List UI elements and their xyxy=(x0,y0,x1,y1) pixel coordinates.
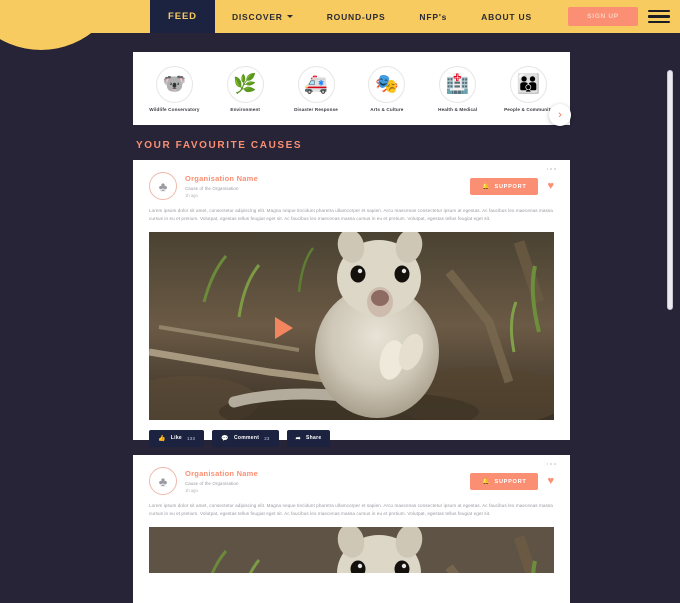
post-media[interactable] xyxy=(149,231,554,420)
page-content: 🐨 Wildlife Conservatory 🌿 Environment 🚑 … xyxy=(0,33,680,603)
org-cause: Cause of the Organisation xyxy=(185,480,239,486)
koala-icon: 🐨 xyxy=(155,65,193,103)
wildlife-photo xyxy=(149,526,554,573)
comment-icon: 💬 xyxy=(221,435,230,442)
post-body-text: Lorem ipsum dolor sit amet, consectetur … xyxy=(149,503,553,517)
favourite-heart-icon[interactable]: ♥ xyxy=(547,476,554,487)
category-disaster-response[interactable]: 🚑 Disaster Response xyxy=(283,65,349,112)
share-button[interactable]: ➦ Share xyxy=(286,429,331,447)
avatar[interactable]: ♣ xyxy=(149,467,177,495)
nav-item-nfps[interactable]: NFP's xyxy=(402,12,464,22)
card-header-actions: 🔔 SUPPORT ♥ xyxy=(470,467,554,490)
bell-icon: 🔔 xyxy=(482,184,491,190)
nav-item-discover[interactable]: DISCOVER xyxy=(215,12,310,22)
page-scrollbar[interactable] xyxy=(667,70,673,310)
page-title: YOUR FAVOURITE CAUSES xyxy=(136,140,303,151)
category-label: Health & Medical xyxy=(438,106,478,112)
play-button-icon[interactable] xyxy=(274,316,293,339)
wildlife-photo xyxy=(149,231,554,420)
org-block: Organisation Name Cause of the Organisat… xyxy=(185,467,258,493)
like-button[interactable]: 👍 Like 133 xyxy=(149,429,205,447)
nav-item-round-ups-label: ROUND-UPS xyxy=(326,11,386,22)
feed-card: ♣ Organisation Name Cause of the Organis… xyxy=(133,455,570,603)
feed-card: ♣ Organisation Name Cause of the Organis… xyxy=(133,160,570,447)
theater-masks-icon: 🎭 xyxy=(368,65,406,103)
share-label: Share xyxy=(306,435,322,442)
post-actions: 👍 Like 133 💬 Comment 23 ➦ Share xyxy=(133,420,570,459)
card-header-actions: 🔔 SUPPORT ♥ xyxy=(470,172,554,195)
support-button-label: SUPPORT xyxy=(494,183,527,190)
top-navbar: FEED DISCOVER ROUND-UPS NFP's ABOUT US S… xyxy=(0,0,680,33)
nav-item-about-us-label: ABOUT US xyxy=(481,11,532,22)
avatar[interactable]: ♣ xyxy=(149,172,177,200)
category-label: Environment xyxy=(230,106,261,112)
org-name[interactable]: Organisation Name xyxy=(185,174,258,183)
post-timestamp: 1h ago xyxy=(185,487,198,493)
org-block: Organisation Name Cause of the Organisat… xyxy=(185,172,258,198)
tab-feed-label: FEED xyxy=(168,11,197,22)
hospital-icon: 🏥 xyxy=(439,65,477,103)
post-media[interactable] xyxy=(149,526,554,573)
nav-item-about-us[interactable]: ABOUT US xyxy=(464,12,549,22)
comment-button[interactable]: 💬 Comment 23 xyxy=(212,429,279,447)
like-label: Like xyxy=(170,435,182,442)
family-icon: 👪 xyxy=(510,65,548,103)
more-options-icon[interactable] xyxy=(546,463,556,465)
category-label: People & Community xyxy=(504,106,553,112)
category-wildlife-conservatory[interactable]: 🐨 Wildlife Conservatory xyxy=(141,65,207,112)
tab-feed[interactable]: FEED xyxy=(150,0,215,33)
card-header: ♣ Organisation Name Cause of the Organis… xyxy=(133,160,570,200)
comment-label: Comment xyxy=(234,435,260,442)
category-environment[interactable]: 🌿 Environment xyxy=(212,65,278,112)
category-label: Disaster Response xyxy=(294,106,339,112)
category-carousel: 🐨 Wildlife Conservatory 🌿 Environment 🚑 … xyxy=(133,52,570,125)
card-header: ♣ Organisation Name Cause of the Organis… xyxy=(133,455,570,495)
category-label: Wildlife Conservatory xyxy=(149,106,200,112)
ambulance-icon: 🚑 xyxy=(297,65,335,103)
leaf-icon: 🌿 xyxy=(226,65,264,103)
like-count: 133 xyxy=(187,435,196,441)
favourite-heart-icon[interactable]: ♥ xyxy=(547,181,554,192)
comment-count: 23 xyxy=(264,435,270,441)
carousel-next-button[interactable]: › xyxy=(549,104,571,126)
nav-item-nfps-label: NFP's xyxy=(419,11,448,22)
nav-item-round-ups[interactable]: ROUND-UPS xyxy=(310,12,403,22)
category-health-medical[interactable]: 🏥 Health & Medical xyxy=(425,65,491,112)
nav-item-discover-label: DISCOVER xyxy=(231,11,283,22)
post-body-text: Lorem ipsum dolor sit amet, consectetur … xyxy=(149,208,553,222)
nav-left-spacer xyxy=(0,0,150,33)
more-options-icon[interactable] xyxy=(546,168,556,170)
org-name[interactable]: Organisation Name xyxy=(185,469,258,478)
signup-button[interactable]: SIGN UP xyxy=(568,7,638,26)
bell-icon: 🔔 xyxy=(482,479,491,485)
org-cause: Cause of the Organisation xyxy=(185,185,239,191)
category-label: Arts & Culture xyxy=(370,106,404,112)
post-timestamp: 1h ago xyxy=(185,192,198,198)
chevron-down-icon xyxy=(286,15,293,18)
support-button[interactable]: 🔔 SUPPORT xyxy=(470,473,539,490)
support-button-label: SUPPORT xyxy=(494,478,527,485)
category-people-community[interactable]: 👪 People & Community xyxy=(496,65,562,112)
hamburger-icon[interactable] xyxy=(638,9,680,24)
support-button[interactable]: 🔔 SUPPORT xyxy=(470,178,539,195)
nav-items: DISCOVER ROUND-UPS NFP's ABOUT US SIGN U… xyxy=(215,0,680,33)
category-arts-culture[interactable]: 🎭 Arts & Culture xyxy=(354,65,420,112)
share-icon: ➦ xyxy=(295,435,301,442)
thumbs-up-icon: 👍 xyxy=(158,435,166,442)
